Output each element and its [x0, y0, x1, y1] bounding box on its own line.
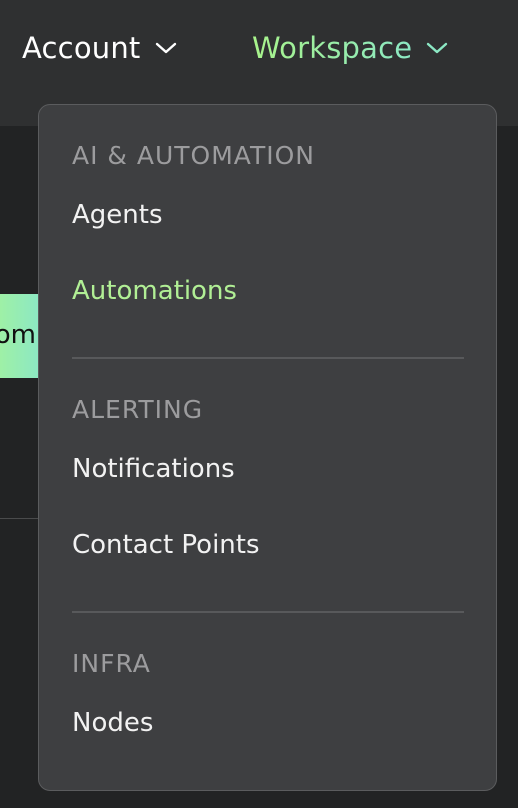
menu-item-nodes[interactable]: Nodes [72, 708, 153, 738]
section-title-alerting: ALERTING [72, 395, 204, 424]
menu-divider [72, 357, 464, 359]
chevron-down-icon [155, 42, 176, 54]
menu-item-contact-points[interactable]: Contact Points [72, 530, 260, 560]
menu-item-agents[interactable]: Agents [72, 200, 163, 230]
workspace-label: Workspace [252, 31, 413, 65]
account-menu-trigger[interactable]: Account [22, 28, 177, 68]
menu-item-notifications[interactable]: Notifications [72, 454, 235, 484]
menu-item-automations[interactable]: Automations [72, 276, 237, 306]
account-label: Account [22, 31, 141, 65]
menu-divider [72, 611, 464, 613]
page-divider [0, 518, 40, 519]
workspace-menu-trigger[interactable]: Workspace [252, 28, 448, 68]
workspace-dropdown-menu: AI & AUTOMATION Agents Automations ALERT… [38, 104, 497, 791]
chevron-down-icon [427, 42, 448, 54]
partially-hidden-button-label: om [0, 320, 36, 350]
section-title-infra: INFRA [72, 649, 151, 678]
partially-hidden-button[interactable]: om [0, 294, 40, 378]
section-title-ai-automation: AI & AUTOMATION [72, 141, 315, 170]
